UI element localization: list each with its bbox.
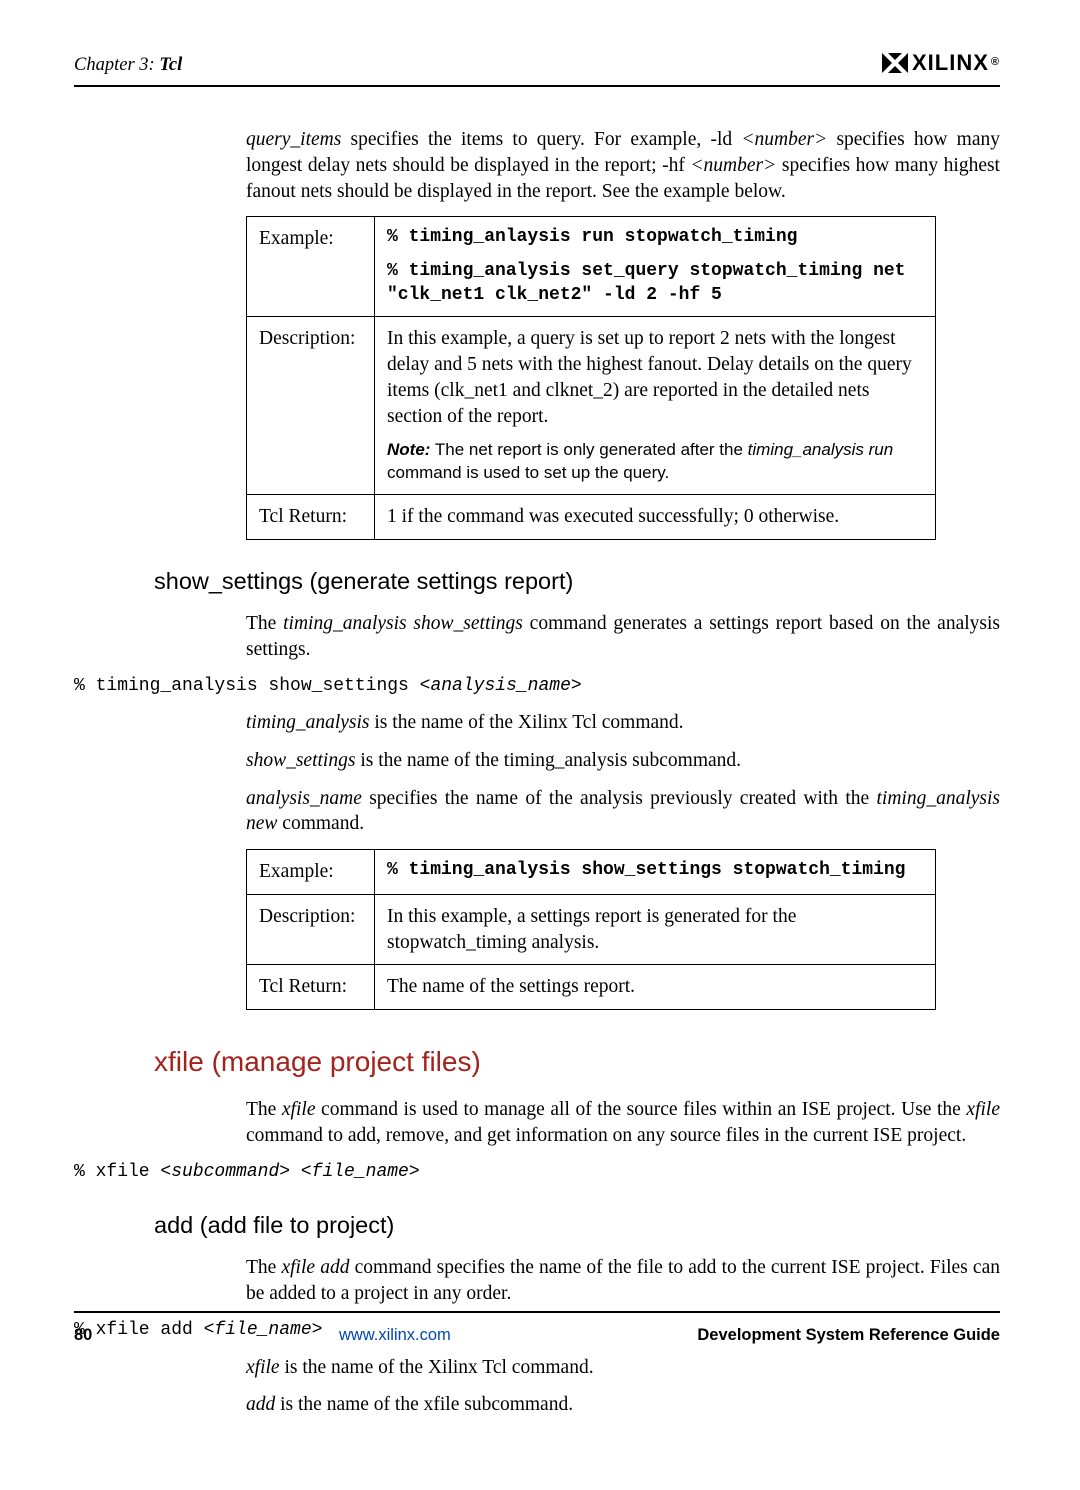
footer-url[interactable]: www.xilinx.com	[339, 1325, 451, 1347]
para: timing_analysis is the name of the Xilin…	[246, 710, 1000, 736]
term-number1: <number>	[741, 129, 827, 150]
para: analysis_name specifies the name of the …	[246, 786, 1000, 837]
table-row: Tcl Return: 1 if the command was execute…	[247, 495, 936, 540]
note-label: Note:	[387, 440, 430, 459]
term: xfile	[246, 1357, 280, 1378]
para: show_settings is the name of the timing_…	[246, 748, 1000, 774]
code-arg: <analysis_name>	[420, 676, 582, 696]
code-text: % xfile	[74, 1162, 160, 1182]
cell-value: % timing_anlaysis run stopwatch_timing %…	[375, 217, 936, 317]
text: The	[246, 1099, 282, 1120]
text: command is used to manage all of the sou…	[315, 1099, 966, 1120]
brand-logo: XILINX ®	[880, 48, 1000, 77]
text: The	[246, 613, 283, 634]
cell-value: % timing_analysis show_settings stopwatc…	[375, 850, 936, 895]
cell-key: Tcl Return:	[247, 965, 375, 1010]
heading-show-settings: show_settings (generate settings report)	[154, 566, 1000, 597]
cell-key: Example:	[247, 217, 375, 317]
term: xfile add	[281, 1257, 349, 1278]
note-text: command is used to set up the query.	[387, 463, 669, 482]
cell-value: In this example, a settings report is ge…	[375, 894, 936, 964]
heading-add: add (add file to project)	[154, 1210, 1000, 1241]
page-number: 80	[74, 1325, 92, 1347]
text: is the name of the Xilinx Tcl command.	[370, 712, 684, 733]
text: specifies the name of the analysis previ…	[362, 788, 877, 809]
para: The xfile command is used to manage all …	[246, 1097, 1000, 1148]
brand-reg: ®	[991, 55, 1000, 70]
code-syntax: % xfile <subcommand> <file_name>	[74, 1161, 1000, 1185]
note-italic: timing_analysis run	[748, 440, 894, 459]
para: The xfile add command specifies the name…	[246, 1255, 1000, 1306]
header-row: Chapter 3: Tcl XILINX ®	[74, 48, 1000, 85]
text: is the name of the timing_analysis subco…	[355, 750, 741, 771]
footer-rule	[74, 1311, 1000, 1313]
text: command to add, remove, and get informat…	[246, 1125, 966, 1146]
table-row: Example: % timing_analysis show_settings…	[247, 850, 936, 895]
term: show_settings	[246, 750, 355, 771]
term: analysis_name	[246, 788, 362, 809]
cell-key: Example:	[247, 850, 375, 895]
code-line: % timing_anlaysis run stopwatch_timing	[387, 226, 923, 250]
table-row: Tcl Return: The name of the settings rep…	[247, 965, 936, 1010]
term: add	[246, 1394, 275, 1415]
term: xfile	[966, 1099, 1000, 1120]
note-text: The net report is only generated after t…	[430, 440, 747, 459]
term: timing_analysis	[246, 712, 370, 733]
term-number2: <number>	[690, 155, 776, 176]
text: The	[246, 1257, 281, 1278]
page: Chapter 3: Tcl XILINX ® query_items spec…	[0, 0, 1080, 1490]
table-row: Description: In this example, a settings…	[247, 894, 936, 964]
cell-key: Tcl Return:	[247, 495, 375, 540]
text: specifies the items to query. For exampl…	[341, 129, 741, 150]
term: timing_analysis show_settings	[283, 613, 523, 634]
term-query-items: query_items	[246, 129, 341, 150]
chapter-bold: Tcl	[159, 55, 182, 75]
code-text: % timing_analysis show_settings	[74, 676, 420, 696]
xilinx-x-icon	[880, 51, 910, 75]
intro-paragraph: query_items specifies the items to query…	[246, 127, 1000, 204]
para: xfile is the name of the Xilinx Tcl comm…	[246, 1355, 1000, 1381]
content: query_items specifies the items to query…	[74, 87, 1000, 1418]
brand-text: XILINX	[912, 48, 989, 77]
cell-value: 1 if the command was executed successful…	[375, 495, 936, 540]
text: command.	[277, 813, 364, 834]
doc-title: Development System Reference Guide	[697, 1325, 1000, 1347]
para: add is the name of the xfile subcommand.	[246, 1392, 1000, 1418]
cell-key: Description:	[247, 894, 375, 964]
chapter-pre: Chapter 3:	[74, 55, 155, 75]
text: is the name of the xfile subcommand.	[275, 1394, 573, 1415]
code-line: % timing_analysis show_settings stopwatc…	[387, 859, 923, 883]
desc-text: In this example, a query is set up to re…	[387, 328, 912, 426]
code-arg: <subcommand> <file_name>	[160, 1162, 419, 1182]
footer-row: 80 www.xilinx.com Development System Ref…	[74, 1325, 1000, 1347]
note-block: Note: The net report is only generated a…	[387, 439, 923, 485]
cell-value: The name of the settings report.	[375, 965, 936, 1010]
chapter-label: Chapter 3: Tcl	[74, 53, 182, 77]
code-line: % timing_analysis set_query stopwatch_ti…	[387, 260, 923, 308]
footer: 80 www.xilinx.com Development System Ref…	[74, 1311, 1000, 1347]
text: is the name of the Xilinx Tcl command.	[280, 1357, 594, 1378]
para: The timing_analysis show_settings comman…	[246, 611, 1000, 662]
table-show-settings: Example: % timing_analysis show_settings…	[246, 849, 936, 1010]
cell-key: Description:	[247, 317, 375, 495]
term: xfile	[282, 1099, 316, 1120]
table-row: Description: In this example, a query is…	[247, 317, 936, 495]
text: command specifies the name of the file t…	[246, 1257, 1000, 1304]
code-syntax: % timing_analysis show_settings <analysi…	[74, 675, 1000, 699]
table-row: Example: % timing_anlaysis run stopwatch…	[247, 217, 936, 317]
heading-xfile: xfile (manage project files)	[154, 1044, 1000, 1081]
table-set-query: Example: % timing_anlaysis run stopwatch…	[246, 216, 936, 540]
cell-value: In this example, a query is set up to re…	[375, 317, 936, 495]
